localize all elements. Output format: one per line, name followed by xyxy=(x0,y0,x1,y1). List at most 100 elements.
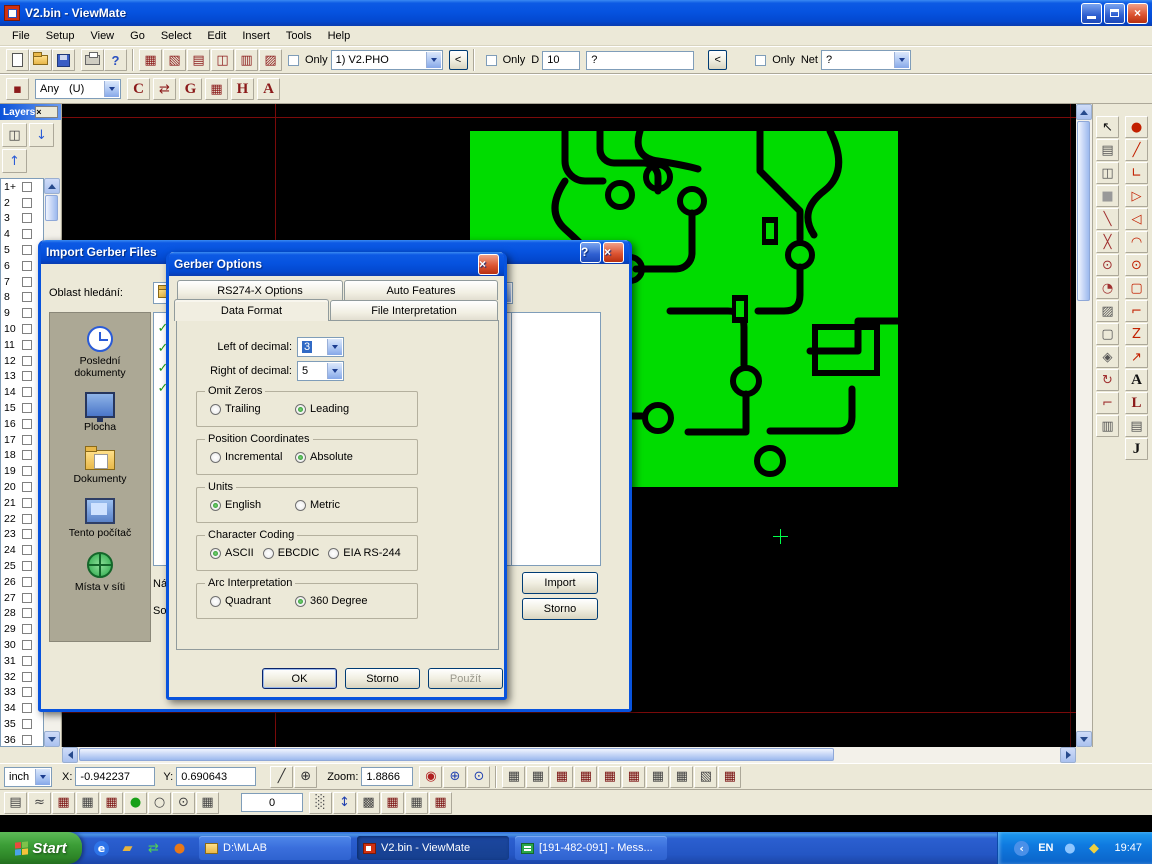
language-indicator[interactable]: EN xyxy=(1038,842,1053,854)
layer-visibility-checkbox[interactable] xyxy=(22,624,32,634)
menu-help[interactable]: Help xyxy=(320,28,359,44)
drill-table-icon[interactable]: ▦ xyxy=(622,766,645,788)
layer-row[interactable]: 34 xyxy=(1,700,43,716)
import-help-button[interactable]: ? xyxy=(580,242,601,263)
layer-row[interactable]: 8 xyxy=(1,290,43,306)
layer-visibility-checkbox[interactable] xyxy=(22,277,32,287)
layer-row[interactable]: 23 xyxy=(1,527,43,543)
layer-row[interactable]: 9 xyxy=(1,305,43,321)
menu-setup[interactable]: Setup xyxy=(38,28,83,44)
pattern-fill-icon[interactable]: ▥ xyxy=(1096,415,1119,437)
scroll-left-icon[interactable] xyxy=(62,747,78,763)
taskbar-task[interactable]: [191-482-091] - Mess... xyxy=(515,836,667,860)
layer-row[interactable]: 28 xyxy=(1,606,43,622)
layer-row[interactable]: 24 xyxy=(1,542,43,558)
layer-row[interactable]: 32 xyxy=(1,669,43,685)
tab-file-interpretation[interactable]: File Interpretation xyxy=(330,300,498,320)
tray-ball-icon[interactable]: ● xyxy=(1058,837,1081,859)
layer-visibility-checkbox[interactable] xyxy=(22,213,32,223)
layer-visibility-checkbox[interactable] xyxy=(22,498,32,508)
previous-layer-button[interactable]: < xyxy=(449,50,468,70)
new-file-button[interactable] xyxy=(6,49,29,71)
layer-row[interactable]: 31 xyxy=(1,653,43,669)
layer-visibility-checkbox[interactable] xyxy=(22,703,32,713)
checker-icon-1[interactable]: ▦ xyxy=(52,792,75,814)
layer-visibility-checkbox[interactable] xyxy=(22,672,32,682)
net-combo[interactable]: ? xyxy=(821,50,911,70)
dot-grid-icon[interactable]: ░ xyxy=(309,792,332,814)
ready-led-icon[interactable]: ● xyxy=(124,792,147,814)
layers-scroll-up-icon[interactable] xyxy=(44,178,60,194)
radio-leading[interactable]: Leading xyxy=(295,403,380,415)
previous-dcode-button[interactable]: < xyxy=(708,50,727,70)
select-group-tool-icon[interactable]: G xyxy=(179,78,202,100)
layer-down-icon[interactable]: ↓ xyxy=(29,123,54,147)
select-text-tool-icon[interactable]: A xyxy=(257,78,280,100)
layer-visibility-checkbox[interactable] xyxy=(22,719,32,729)
layer-row[interactable]: 33 xyxy=(1,685,43,701)
layer-row[interactable]: 17 xyxy=(1,432,43,448)
layer-visibility-checkbox[interactable] xyxy=(22,656,32,666)
layer-row[interactable]: 18 xyxy=(1,448,43,464)
select-circle-tool-icon[interactable]: C xyxy=(127,78,150,100)
select-trace-icon[interactable]: ▥ xyxy=(235,49,258,71)
layer-visibility-checkbox[interactable] xyxy=(22,419,32,429)
layer-table-icon[interactable]: ▦ xyxy=(526,766,549,788)
layer-visibility-checkbox[interactable] xyxy=(22,466,32,476)
layer-visibility-checkbox[interactable] xyxy=(22,561,32,571)
place-documents[interactable]: Dokumenty xyxy=(50,446,150,485)
active-dcode-field[interactable]: 0 xyxy=(241,793,303,812)
arc-segment-icon[interactable]: ◔ xyxy=(1096,277,1119,299)
draw-line-tool-icon[interactable]: ╱ xyxy=(1125,139,1148,161)
swap-direction-icon[interactable]: ⇄ xyxy=(153,78,176,100)
zoom-field[interactable]: 1.8866 xyxy=(361,767,413,786)
zoom-in-icon[interactable]: ⊕ xyxy=(443,766,466,788)
layer-combo[interactable]: 1) V2.PHO xyxy=(331,50,443,70)
layer-row[interactable]: 21 xyxy=(1,495,43,511)
firefox-icon[interactable]: ● xyxy=(168,837,191,859)
radio-ebcdic[interactable]: EBCDIC xyxy=(263,547,320,559)
diagonal-table-icon[interactable]: ▧ xyxy=(694,766,717,788)
snap-center-icon[interactable]: ⊙ xyxy=(1096,254,1119,276)
layer-row[interactable]: 22 xyxy=(1,511,43,527)
gerber-close-button[interactable]: × xyxy=(478,254,499,275)
layer-visibility-checkbox[interactable] xyxy=(22,340,32,350)
sync-icon[interactable]: ⇄ xyxy=(142,837,165,859)
measure-diagonal-icon[interactable]: ╲ xyxy=(1096,208,1119,230)
pattern-d-icon[interactable]: ▦ xyxy=(429,792,452,814)
hidden-icons-chevron[interactable]: ‹ xyxy=(1010,837,1033,859)
layer-visibility-checkbox[interactable] xyxy=(22,545,32,555)
layer-visibility-checkbox[interactable] xyxy=(22,529,32,539)
tray-volume-icon[interactable]: ◆ xyxy=(1082,837,1105,859)
layer-visibility-checkbox[interactable] xyxy=(22,435,32,445)
import-close-button[interactable]: × xyxy=(603,242,624,263)
arc-tool-icon[interactable]: ◠ xyxy=(1125,231,1148,253)
layer-visibility-checkbox[interactable] xyxy=(22,292,32,302)
radio-metric[interactable]: Metric xyxy=(295,499,380,511)
canvas-horizontal-scrollbar[interactable] xyxy=(62,747,1076,763)
doc-stack-icon[interactable]: ▤ xyxy=(4,792,27,814)
layer-row[interactable]: 36 xyxy=(1,732,43,747)
start-button[interactable]: Start xyxy=(0,832,82,864)
save-file-button[interactable] xyxy=(52,49,75,71)
layer-row[interactable]: 20 xyxy=(1,479,43,495)
layer-visibility-checkbox[interactable] xyxy=(22,593,32,603)
only-layer-checkbox[interactable] xyxy=(288,55,299,66)
net-table-icon[interactable]: ▦ xyxy=(550,766,573,788)
dcode-table-icon[interactable]: ▦ xyxy=(502,766,525,788)
layer-row[interactable]: 10 xyxy=(1,321,43,337)
pattern-a-icon[interactable]: ▩ xyxy=(357,792,380,814)
any-filter-combo[interactable]: Any (U) xyxy=(35,79,121,99)
selection-window-icon[interactable]: ▢ xyxy=(1096,323,1119,345)
layer-visibility-checkbox[interactable] xyxy=(22,514,32,524)
layer-row[interactable]: 6 xyxy=(1,258,43,274)
left-of-decimal-combo[interactable]: 3 xyxy=(297,337,344,357)
import-cancel-button[interactable]: Storno xyxy=(522,598,598,620)
radio-absolute[interactable]: Absolute xyxy=(295,451,380,463)
layer-visibility-checkbox[interactable] xyxy=(22,403,32,413)
crosshatch-tool-icon[interactable]: ╳ xyxy=(1096,231,1119,253)
triangle-left-tool-icon[interactable]: ◁ xyxy=(1125,208,1148,230)
layer-visibility-checkbox[interactable] xyxy=(22,198,32,208)
menu-edit[interactable]: Edit xyxy=(199,28,234,44)
layer-row[interactable]: 1+ xyxy=(1,179,43,195)
